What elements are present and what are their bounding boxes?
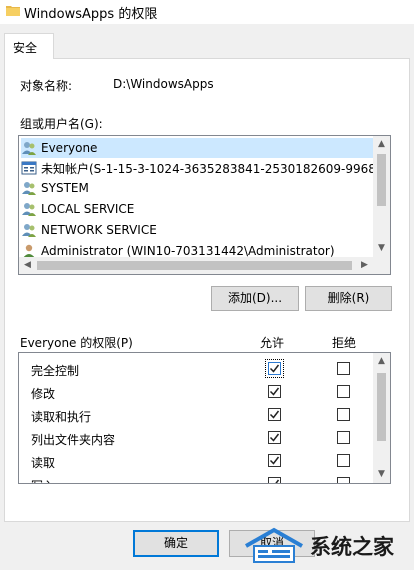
checkmark-icon bbox=[269, 433, 280, 442]
users-group-icon bbox=[22, 203, 36, 216]
list-item[interactable]: Everyone bbox=[21, 138, 376, 158]
group-user-list[interactable]: Everyone 未知帐户(S-1-15-3-1024-3635283841-2… bbox=[18, 135, 391, 275]
user-name: LOCAL SERVICE bbox=[41, 202, 135, 216]
deny-checkbox[interactable] bbox=[337, 385, 350, 398]
folder-icon bbox=[6, 6, 20, 16]
user-name: 未知帐户(S-1-15-3-1024-3635283841-2530182609… bbox=[41, 161, 376, 176]
deny-checkbox[interactable] bbox=[337, 408, 350, 421]
checkmark-icon bbox=[269, 456, 280, 465]
title-bar: WindowsApps 的权限 bbox=[0, 0, 414, 24]
allow-checkbox[interactable] bbox=[265, 359, 284, 378]
allow-checkbox[interactable] bbox=[268, 477, 281, 483]
checkmark-icon bbox=[271, 479, 280, 483]
scroll-down-icon[interactable]: ▼ bbox=[373, 466, 390, 483]
scroll-up-icon[interactable]: ▲ bbox=[373, 353, 390, 370]
scroll-thumb[interactable] bbox=[377, 373, 386, 441]
permission-row: 读取 bbox=[19, 450, 375, 473]
permission-row: 读取和执行 bbox=[19, 404, 375, 427]
scroll-thumb[interactable] bbox=[377, 154, 386, 206]
user-name: SYSTEM bbox=[41, 181, 89, 195]
object-name-value: D:\WindowsApps bbox=[113, 77, 214, 91]
scroll-right-icon[interactable]: ▶ bbox=[356, 257, 373, 274]
permission-row: 列出文件夹内容 bbox=[19, 427, 375, 450]
allow-checkbox[interactable] bbox=[268, 408, 281, 421]
watermark-text: 系统之家 bbox=[310, 535, 394, 559]
scroll-left-icon[interactable]: ◀ bbox=[19, 257, 36, 274]
permissions-label: Everyone 的权限(P) bbox=[20, 336, 133, 350]
permission-name: 读取和执行 bbox=[31, 410, 92, 424]
deny-header: 拒绝 bbox=[332, 336, 357, 350]
deny-checkbox[interactable] bbox=[337, 431, 350, 444]
list-item[interactable]: SYSTEM bbox=[21, 178, 376, 198]
deny-checkbox[interactable] bbox=[337, 454, 350, 467]
permission-name: 完全控制 bbox=[31, 364, 80, 378]
permission-row: 完全控制 bbox=[19, 358, 375, 381]
allow-checkbox[interactable] bbox=[268, 431, 281, 444]
scroll-thumb[interactable] bbox=[37, 261, 352, 270]
checkmark-icon bbox=[269, 410, 280, 419]
watermark: 系统之家 bbox=[242, 524, 412, 568]
user-list-horizontal-scrollbar[interactable]: ◀ ▶ bbox=[19, 257, 390, 274]
allow-checkbox[interactable] bbox=[268, 385, 281, 398]
permissions-vertical-scrollbar[interactable]: ▲ ▼ bbox=[373, 353, 390, 483]
permission-row: 修改 bbox=[19, 381, 375, 404]
permission-name: 修改 bbox=[31, 387, 56, 401]
house-logo-icon bbox=[245, 527, 303, 563]
user-list-vertical-scrollbar[interactable]: ▲ ▼ bbox=[373, 136, 390, 257]
permission-row: 写入 bbox=[19, 473, 375, 483]
user-name: Everyone bbox=[41, 141, 98, 155]
checkmark-icon bbox=[269, 387, 280, 396]
permissions-list: 完全控制 修改 读取和执行 列出文件夹内容 读取 写入 bbox=[18, 352, 391, 484]
allow-checkbox[interactable] bbox=[268, 454, 281, 467]
list-item[interactable]: LOCAL SERVICE bbox=[21, 199, 376, 219]
scroll-up-icon[interactable]: ▲ bbox=[373, 136, 390, 153]
deny-checkbox[interactable] bbox=[337, 477, 350, 483]
permission-name: 读取 bbox=[31, 456, 56, 470]
deny-checkbox[interactable] bbox=[337, 362, 350, 375]
scroll-down-icon[interactable]: ▼ bbox=[373, 240, 390, 257]
group-user-label: 组或用户名(G): bbox=[20, 117, 103, 131]
user-name: Administrator (WIN10-703131442\Administr… bbox=[41, 244, 335, 258]
add-button[interactable]: 添加(D)... bbox=[211, 286, 299, 311]
user-name: NETWORK SERVICE bbox=[41, 223, 157, 237]
permission-name: 写入 bbox=[31, 477, 55, 483]
window-title: WindowsApps 的权限 bbox=[24, 7, 158, 22]
users-group-icon bbox=[22, 142, 36, 155]
permission-name: 列出文件夹内容 bbox=[31, 433, 116, 447]
remove-button[interactable]: 删除(R) bbox=[305, 286, 392, 311]
ok-button[interactable]: 确定 bbox=[133, 530, 219, 557]
list-item[interactable]: NETWORK SERVICE bbox=[21, 220, 376, 240]
allow-header: 允许 bbox=[260, 336, 285, 350]
object-name-label: 对象名称: bbox=[20, 79, 73, 93]
checkmark-icon bbox=[269, 364, 280, 373]
tab-security[interactable]: 安全 bbox=[4, 33, 54, 59]
list-item[interactable]: 未知帐户(S-1-15-3-1024-3635283841-2530182609… bbox=[21, 158, 376, 178]
users-group-icon bbox=[22, 224, 36, 237]
unknown-account-icon bbox=[21, 161, 37, 175]
users-group-icon bbox=[22, 182, 36, 195]
